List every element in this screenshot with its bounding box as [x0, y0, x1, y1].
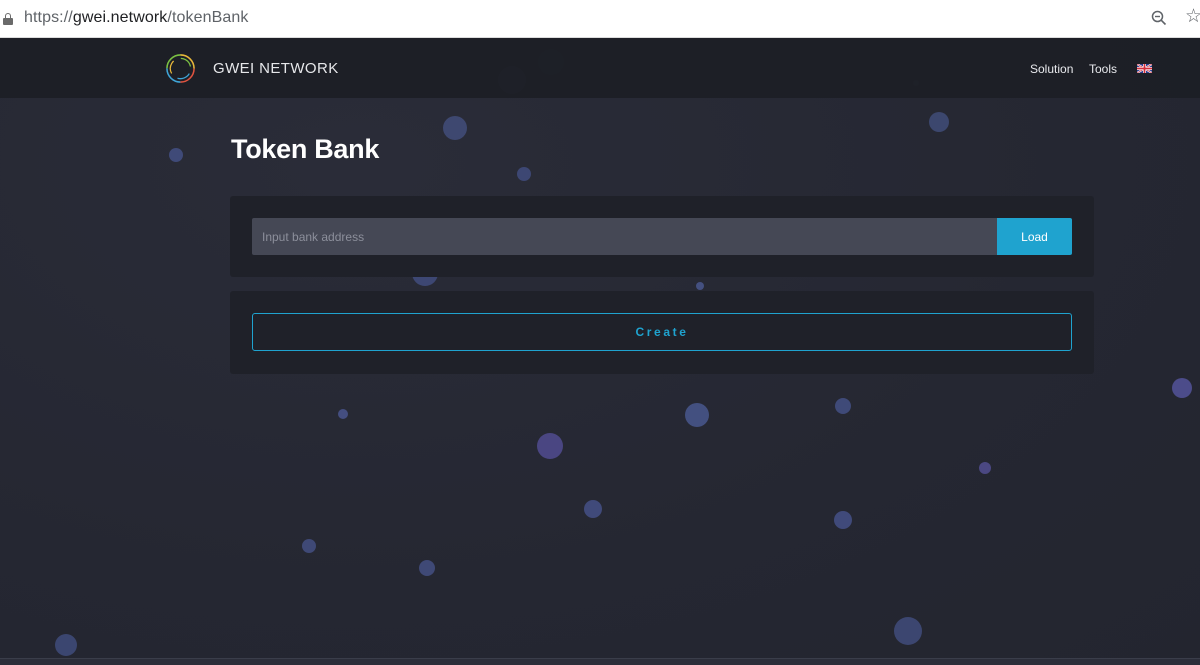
- page-title: Token Bank: [231, 134, 380, 164]
- address-bar[interactable]: https://gwei.network/tokenBank ☆: [0, 0, 1200, 38]
- navbar: GWEI NETWORK Solution Tools: [0, 38, 1200, 98]
- nav-tools[interactable]: Tools: [1089, 62, 1117, 76]
- nav-solution[interactable]: Solution: [1030, 62, 1073, 76]
- page-body: GWEI NETWORK Solution Tools Token Bank L…: [0, 38, 1200, 665]
- url-text[interactable]: https://gwei.network/tokenBank: [24, 9, 248, 27]
- gwei-logo-icon[interactable]: [165, 53, 196, 84]
- star-icon[interactable]: ☆: [1185, 7, 1200, 26]
- create-bank-card: Create: [230, 291, 1094, 374]
- bank-address-input[interactable]: [252, 218, 997, 255]
- uk-flag-icon[interactable]: [1137, 64, 1152, 73]
- brand-name[interactable]: GWEI NETWORK: [213, 60, 339, 77]
- zoom-icon[interactable]: [1151, 10, 1167, 26]
- create-button[interactable]: Create: [252, 313, 1072, 351]
- page-bottom-edge: [0, 658, 1200, 665]
- load-button[interactable]: Load: [997, 218, 1072, 255]
- load-bank-card: Load: [230, 196, 1094, 277]
- lock-icon: [3, 13, 13, 25]
